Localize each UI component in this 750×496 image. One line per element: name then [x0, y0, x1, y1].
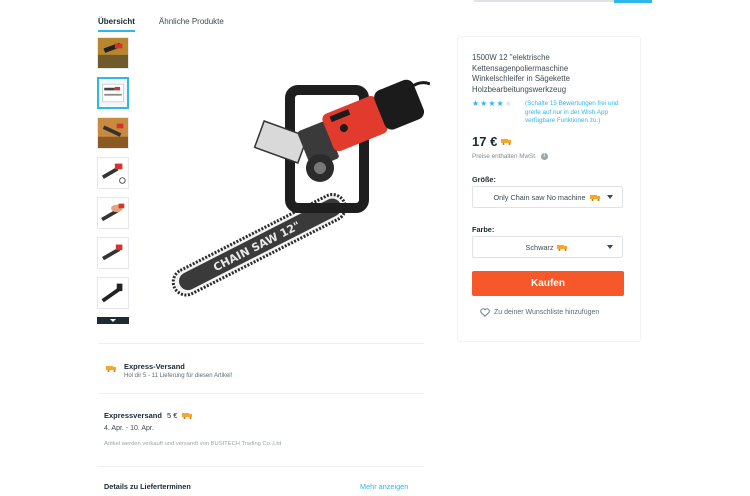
- tab-similar-products[interactable]: Ähnliche Produkte: [159, 17, 224, 32]
- shipping-method-price: 5 €: [166, 411, 178, 420]
- size-label: Größe:: [472, 175, 496, 184]
- express-shipping-banner: Express-Versand Hol dir 5 - 11 Lieferung…: [106, 362, 232, 379]
- thumbnail-7[interactable]: [97, 277, 129, 309]
- thumbnail-6[interactable]: [97, 237, 129, 269]
- thumbnail-1[interactable]: [97, 37, 129, 69]
- chevron-down-icon: [110, 319, 116, 322]
- truck-icon: [589, 194, 600, 201]
- tax-note-text: Preise enthalten MwSt.: [472, 153, 537, 160]
- divider: [98, 343, 424, 344]
- product-title: 1500W 12 "elektrische Kettensagenpolierm…: [472, 53, 570, 94]
- truck-icon: [501, 139, 512, 145]
- divider: [98, 393, 424, 394]
- thumbnail-strip: [97, 37, 129, 324]
- buy-button[interactable]: Kaufen: [472, 271, 624, 296]
- main-product-image[interactable]: CHAIN SAW 12": [140, 58, 431, 326]
- shipping-method: Expressversand 5 €: [104, 411, 194, 420]
- tab-overview[interactable]: Übersicht: [98, 17, 135, 32]
- shipping-dates: 4. Apr. - 10. Apr.: [104, 425, 154, 432]
- wishlist-button[interactable]: Zu deiner Wunschliste hinzufügen: [480, 308, 599, 317]
- truck-icon: [557, 244, 568, 251]
- shipping-method-label: Expressversand: [104, 411, 162, 420]
- express-title: Express-Versand: [124, 362, 185, 371]
- heart-icon: [480, 308, 490, 317]
- show-more-link[interactable]: Mehr anzeigen: [360, 482, 408, 491]
- thumbnail-5[interactable]: [97, 197, 129, 229]
- star-icon: ★: [488, 99, 496, 108]
- star-icon: ★: [480, 99, 488, 108]
- chevron-down-icon: [607, 195, 613, 199]
- rating-stars[interactable]: ★ ★ ★ ★ ★: [472, 100, 512, 108]
- seller-note: Artikel werden verkauft und versandt von…: [104, 441, 282, 447]
- thumbnail-2[interactable]: [97, 77, 129, 109]
- delivery-details-heading: Details zu Lieferterminen: [104, 482, 191, 491]
- express-subtitle: Hol dir 5 - 11 Lieferung für diesen Arti…: [124, 373, 233, 379]
- star-empty-icon: ★: [504, 99, 512, 108]
- chevron-down-icon: [607, 245, 613, 249]
- color-select[interactable]: Schwarz: [472, 236, 623, 258]
- search-button-edge[interactable]: [614, 0, 652, 3]
- star-half-icon: ★: [496, 99, 504, 108]
- truck-icon: [182, 413, 193, 419]
- tax-note: Preise enthalten MwSt. i: [472, 153, 548, 160]
- divider: [98, 466, 424, 467]
- product-tabs: Übersicht Ähnliche Produkte: [98, 17, 224, 32]
- search-bar-edge[interactable]: [474, 0, 614, 2]
- wishlist-label: Zu deiner Wunschliste hinzufügen: [494, 309, 600, 316]
- thumbnail-scroll-down-button[interactable]: [97, 317, 129, 324]
- thumbnail-4[interactable]: [97, 157, 129, 189]
- rating-unlock-link[interactable]: (Schalte 15 Bewertungen frei und greife …: [525, 100, 630, 126]
- truck-icon: [106, 366, 116, 372]
- size-select-value: Only Chain saw No machine: [493, 192, 586, 202]
- size-select[interactable]: Only Chain saw No machine: [472, 186, 623, 208]
- thumbnail-3[interactable]: [97, 117, 129, 149]
- info-icon[interactable]: i: [540, 153, 548, 160]
- star-icon: ★: [472, 99, 480, 108]
- price-row: 17 €: [472, 134, 513, 149]
- price: 17 €: [472, 134, 498, 149]
- color-label: Farbe:: [472, 225, 495, 234]
- color-select-value: Schwarz: [525, 242, 554, 252]
